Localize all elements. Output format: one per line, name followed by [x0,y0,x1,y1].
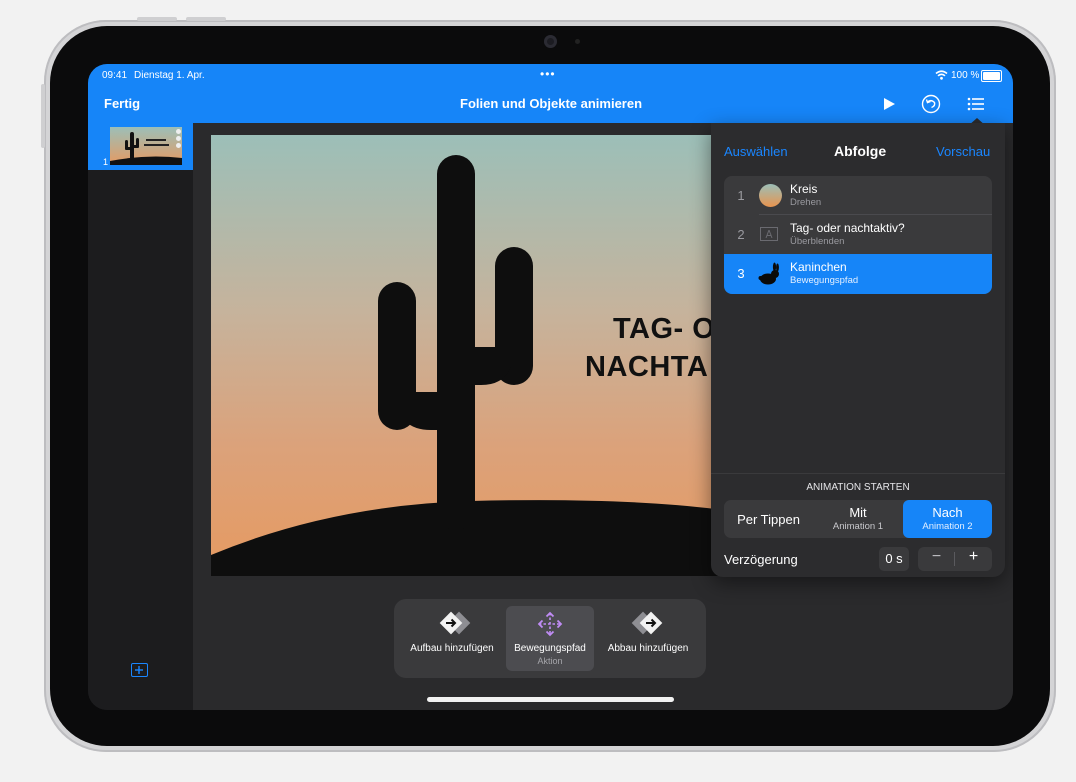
segment-sublabel: Animation 2 [922,521,973,532]
build-out-label: Abbau hinzufügen [607,643,689,654]
divider [711,473,1005,474]
slide-thumbnail-image [110,127,182,165]
slide-canvas[interactable]: TAG- O NACHTA [211,135,731,576]
battery-icon [981,70,1002,82]
move-arrows-icon [537,611,563,637]
increment-button[interactable]: + [955,548,992,566]
text-box-icon [760,227,778,241]
volume-button-top [137,17,177,21]
slide-thumbnail-1[interactable]: 1 [88,123,193,170]
start-segmented-control: Per Tippen Mit Animation 1 Nach Animatio… [724,500,992,538]
item-effect: Drehen [790,197,822,208]
slide-number: 1 [103,157,109,167]
build-indicator-dot [176,143,181,148]
item-effect: Überblenden [790,236,845,247]
start-animation-heading: ANIMATION STARTEN [806,482,910,493]
decrement-button[interactable]: − [918,548,955,566]
item-number: 1 [737,188,745,203]
select-button[interactable]: Auswählen [724,144,788,159]
item-name: Kreis [790,182,818,196]
motion-path-label: Bewegungspfad [514,643,586,654]
front-camera-icon [544,35,557,48]
item-effect: Bewegungspfad [790,275,859,286]
segment-sublabel: Animation 1 [832,521,884,532]
build-indicator-dot [176,136,181,141]
document-title: Folien und Objekte animieren [460,96,643,111]
play-icon[interactable] [882,97,896,111]
add-build-out-button[interactable]: Abbau hinzufügen [596,606,700,670]
add-slide-button[interactable] [131,663,148,677]
build-out-icon [631,611,663,635]
build-indicator-dot [176,129,181,134]
top-bar: 09:41 Dienstag 1. Apr. ••• 100 % Fertig … [88,64,1013,123]
build-in-label: Aufbau hinzufügen [410,643,494,654]
wifi-icon [935,70,948,80]
plus-icon [135,666,143,674]
cactus-trunk [437,155,475,530]
item-name: Kaninchen [790,260,847,274]
preview-button[interactable]: Vorschau [936,144,990,159]
delay-label: Verzögerung [724,552,798,567]
segment-with[interactable]: Mit Animation 1 [813,500,903,538]
circle-object-icon [759,184,782,207]
segment-label: Mit [849,505,867,520]
multitask-dots[interactable]: ••• [540,67,556,81]
side-button [41,84,45,148]
slide-title-line-2[interactable]: NACHTA [585,351,708,384]
screen: 09:41 Dienstag 1. Apr. ••• 100 % Fertig … [88,64,1013,710]
home-indicator[interactable] [427,697,674,702]
add-build-in-button[interactable]: Aufbau hinzufügen [400,606,504,670]
volume-button-top-2 [186,17,226,21]
undo-icon[interactable] [921,94,941,114]
list-item[interactable]: 2 Tag- oder nachtaktiv? Überblenden [724,215,992,254]
segment-label: Per Tippen [737,512,800,527]
rabbit-icon [758,262,779,285]
segment-after-selected[interactable]: Nach Animation 2 [903,500,992,538]
motion-path-button[interactable]: Bewegungspfad Aktion [506,606,594,671]
item-name: Tag- oder nachtaktiv? [790,221,905,235]
status-date: Dienstag 1. Apr. [134,70,205,81]
status-time: 09:41 [102,70,128,81]
sensor-dot [575,39,580,44]
battery-percent: 100 % [951,70,980,81]
slide-title-line-1[interactable]: TAG- O [613,313,715,346]
segment-on-tap[interactable]: Per Tippen [724,500,813,538]
animation-order-panel: Auswählen Abfolge Vorschau 1 Kreis Drehe… [711,123,1005,577]
delay-value[interactable]: 0 s [879,547,909,571]
panel-title: Abfolge [834,143,887,159]
list-item-selected[interactable]: 3 Kaninchen Bewegungspfad [724,254,992,294]
list-item[interactable]: 1 Kreis Drehen [724,176,992,215]
build-in-icon [439,611,471,635]
done-button[interactable]: Fertig [104,96,140,111]
motion-path-sublabel: Aktion [537,656,563,666]
animation-list-icon[interactable] [967,96,985,112]
item-number: 2 [737,227,745,242]
delay-stepper: − + [918,547,992,571]
animation-toolbar: Aufbau hinzufügen Bewegungspfad Aktion A… [394,599,706,678]
item-number: 3 [737,266,745,281]
slide-navigator: 1 [88,123,193,710]
segment-label: Nach [932,505,963,520]
animation-list: 1 Kreis Drehen 2 Tag- oder nachtaktiv? Ü… [724,176,992,294]
